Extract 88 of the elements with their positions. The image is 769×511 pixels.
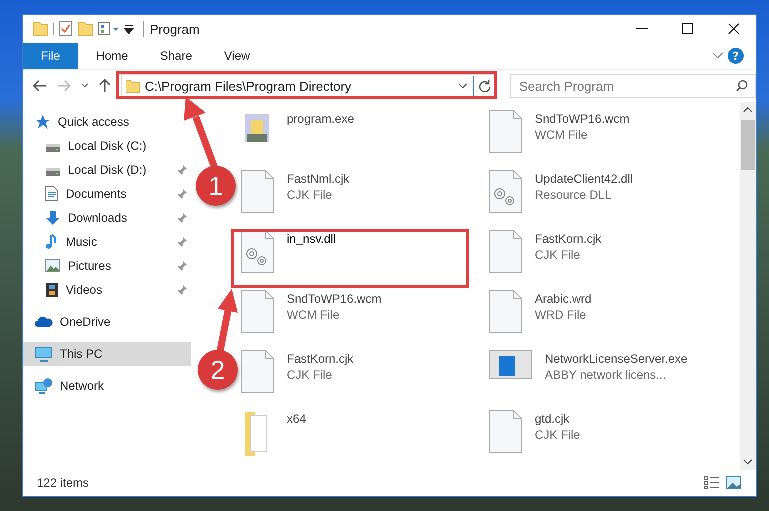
chevron-up-icon[interactable] — [743, 106, 753, 114]
blank-document-icon — [489, 410, 523, 454]
sidebar-item[interactable]: Pictures — [23, 254, 191, 278]
ribbon-tab[interactable]: View — [210, 43, 264, 69]
sidebar-item[interactable]: Documents — [23, 182, 191, 206]
blank-document-icon — [489, 230, 523, 274]
cloud-icon — [35, 316, 53, 328]
file-name: NetworkLicenseServer.exe — [545, 352, 688, 366]
scrollbar[interactable] — [740, 102, 756, 470]
file-type: WRD File — [535, 308, 588, 322]
sidebar-label: Quick access — [58, 115, 130, 129]
file-type: CJK File — [535, 428, 580, 442]
document-icon — [45, 186, 59, 202]
sidebar-label: Network — [60, 379, 104, 393]
music-note-icon — [45, 234, 59, 250]
sidebar-label: Pictures — [68, 259, 112, 273]
monitor-icon — [35, 346, 53, 362]
window-title: Program — [150, 22, 201, 36]
file-name: SndToWP16.wcm — [535, 112, 630, 126]
chevron-down-icon[interactable] — [80, 83, 89, 89]
sidebar-label: Videos — [66, 283, 104, 297]
download-arrow-icon — [45, 210, 61, 226]
file-type: ABBY network licens... — [545, 368, 668, 382]
help-icon[interactable]: ? — [728, 48, 744, 64]
network-icon — [35, 378, 53, 394]
film-strip-icon — [45, 282, 59, 298]
chevron-down-icon[interactable] — [458, 83, 468, 89]
address-bar[interactable]: C:\Program Files\Program Directory — [120, 74, 496, 98]
gear-document-icon — [241, 230, 275, 274]
address-path: C:\Program Files\Program Directory — [144, 78, 353, 94]
sidebar-item[interactable]: Local Disk (C:) — [23, 134, 191, 158]
file-type: Resource DLL — [535, 188, 613, 202]
file-name: FastKorn.cjk — [535, 232, 602, 246]
sidebar-item[interactable]: Local Disk (D:) — [23, 158, 191, 182]
refresh-icon[interactable] — [479, 80, 492, 92]
file-type: CJK File — [287, 188, 334, 202]
search-field[interactable]: Search Program — [510, 74, 756, 98]
picture-icon — [45, 259, 61, 273]
blank-document-icon — [241, 170, 275, 214]
file-name: program.exe — [287, 112, 354, 126]
chevron-down-icon[interactable] — [743, 458, 753, 466]
gear-document-icon — [489, 170, 523, 214]
details-view-icon[interactable] — [704, 476, 720, 490]
ribbon-tab[interactable]: File — [23, 43, 78, 69]
scrollbar-thumb[interactable] — [741, 120, 755, 170]
folder-icon — [126, 79, 140, 93]
file-name: gtd.cjk — [535, 412, 571, 426]
ribbon-tab[interactable]: Share — [146, 43, 206, 69]
file-type: WCM File — [287, 308, 341, 322]
item-count: 122 items — [37, 476, 90, 490]
ribbon-tab[interactable]: Home — [82, 43, 142, 69]
file-name: x64 — [287, 412, 306, 426]
application-window-icon — [489, 350, 533, 380]
up-arrow-icon[interactable] — [98, 79, 111, 93]
file-name: UpdateClient42.dll — [535, 172, 634, 186]
large-icons-view-icon[interactable] — [726, 476, 742, 490]
sidebar-item[interactable]: Videos — [23, 278, 191, 302]
sidebar-label: Music — [66, 235, 98, 249]
sidebar-item[interactable]: Network — [23, 374, 191, 398]
file-type: CJK File — [287, 368, 334, 382]
sidebar-item[interactable]: Music — [23, 230, 191, 254]
file-name: Arabic.wrd — [535, 292, 592, 306]
search-icon[interactable] — [736, 80, 748, 92]
sidebar-label: This PC — [60, 347, 103, 361]
sidebar-item[interactable]: This PC — [23, 342, 191, 366]
file-type: CJK File — [535, 248, 582, 262]
file-name: FastNml.cjk — [287, 172, 350, 186]
close-icon[interactable] — [728, 23, 740, 35]
sidebar-label: Local Disk (C:) — [68, 139, 148, 153]
blank-document-icon — [241, 290, 275, 334]
quick-access-toolbar-icon[interactable] — [33, 20, 137, 38]
file-type: WCM File — [535, 128, 589, 142]
sidebar-label: OneDrive — [60, 315, 111, 329]
star-icon — [35, 114, 51, 130]
sidebar-item[interactable]: OneDrive — [23, 310, 191, 334]
sidebar-item[interactable]: Quick access — [23, 110, 191, 134]
sidebar-label: Downloads — [68, 211, 128, 225]
sidebar-item[interactable]: Downloads — [23, 206, 191, 230]
back-arrow-icon[interactable] — [33, 80, 47, 92]
sidebar-label: Local Disk (D:) — [68, 163, 148, 177]
blank-document-icon — [241, 350, 275, 394]
file-name: SndToWP16.wcm — [287, 292, 382, 306]
blank-document-icon — [489, 290, 523, 334]
file-name: FastKorn.cjk — [287, 352, 354, 366]
blank-document-icon — [489, 110, 523, 154]
maximize-icon[interactable] — [682, 23, 694, 35]
file-name: in_nsv.dll — [287, 232, 336, 246]
sidebar-label: Documents — [66, 187, 128, 201]
